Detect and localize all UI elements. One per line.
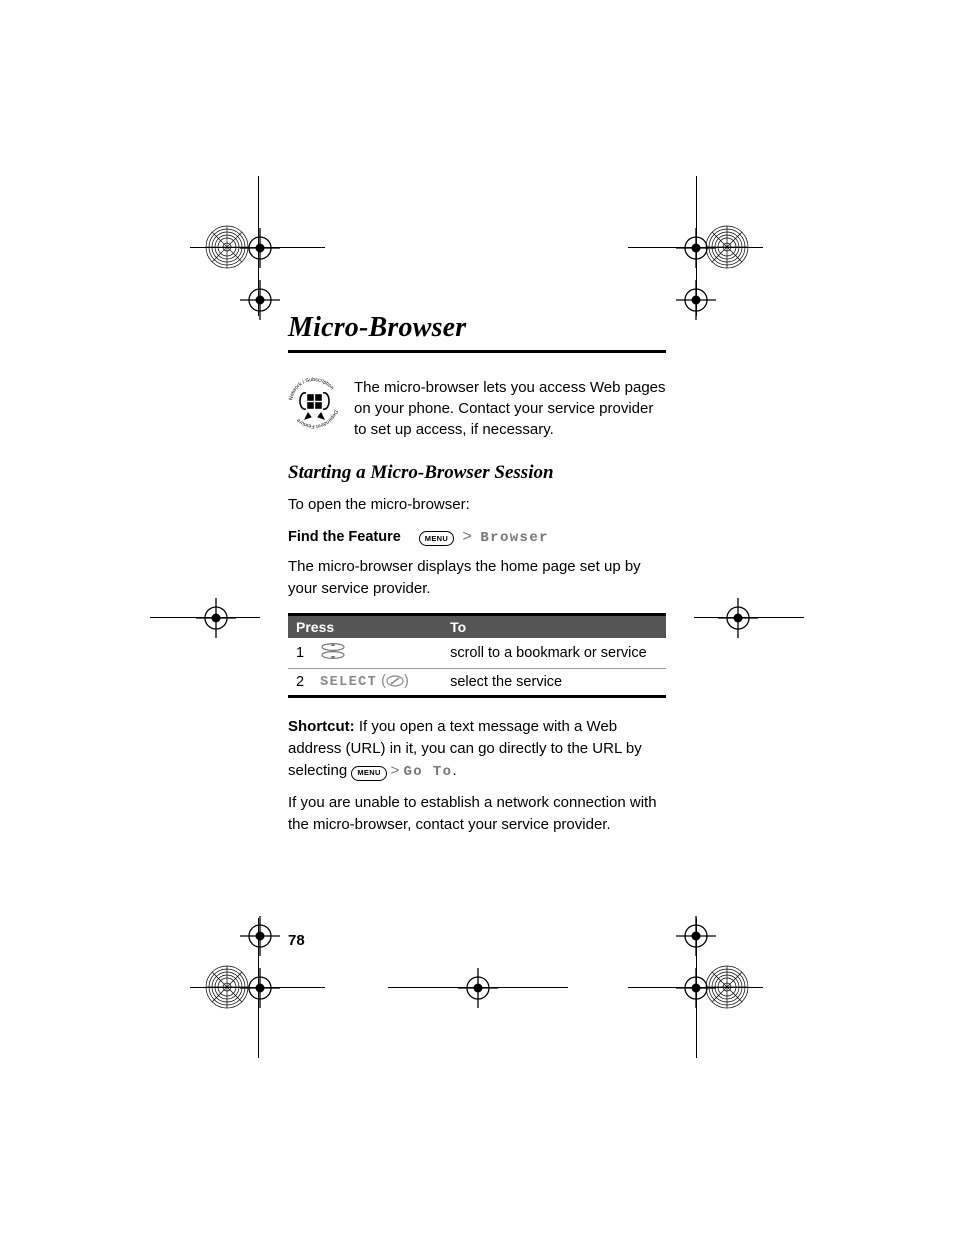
path-separator: > <box>391 762 400 779</box>
unable-paragraph: If you are unable to establish a network… <box>288 792 666 836</box>
to-cell: select the service <box>442 669 666 697</box>
table-header-row: Press To <box>288 615 666 639</box>
shortcut-label: Shortcut: <box>288 718 355 735</box>
crosshair-icon <box>240 228 280 268</box>
title-rule <box>288 350 666 353</box>
page-number: 78 <box>288 932 305 949</box>
svg-text:Dependent Feature: Dependent Feature <box>296 409 339 429</box>
rosette-icon <box>204 964 250 1010</box>
intro-row: Network / Subscription Dependent Feature <box>288 377 666 440</box>
path-browser-label: Browser <box>480 530 549 546</box>
menu-key-icon: MENU <box>351 766 386 781</box>
col-to: To <box>442 615 666 639</box>
crosshair-icon <box>458 968 498 1008</box>
menu-path: MENU > Browser <box>419 528 549 546</box>
network-dependent-feature-icon: Network / Subscription Dependent Feature <box>288 377 340 429</box>
crosshair-icon <box>676 280 716 320</box>
crosshair-icon <box>676 916 716 956</box>
col-press: Press <box>288 615 442 639</box>
intro-text: The micro-browser lets you access Web pa… <box>354 377 666 440</box>
steps-table: Press To 1 <box>288 613 666 698</box>
shortcut-paragraph: Shortcut: If you open a text message wit… <box>288 716 666 782</box>
crosshair-icon <box>240 280 280 320</box>
nav-scroll-icon <box>320 642 346 664</box>
manual-page: Micro-Browser Network / Subscription Dep… <box>0 0 954 1235</box>
menu-key-icon: MENU <box>419 531 454 546</box>
open-line: To open the micro-browser: <box>288 494 666 516</box>
rosette-icon <box>704 964 750 1010</box>
after-path-text: The micro-browser displays the home page… <box>288 556 666 600</box>
crosshair-icon <box>240 916 280 956</box>
crosshair-icon <box>718 598 758 638</box>
table-row: 2 SELECT ( ) select the service <box>288 669 666 697</box>
page-title: Micro-Browser <box>288 312 666 344</box>
find-the-feature-row: Find the Feature MENU > Browser <box>288 528 666 546</box>
crosshair-icon <box>676 228 716 268</box>
section-heading: Starting a Micro-Browser Session <box>288 462 666 484</box>
period: . <box>452 762 456 779</box>
press-cell <box>312 638 442 669</box>
to-cell: scroll to a bookmark or service <box>442 638 666 669</box>
step-number: 1 <box>288 638 312 669</box>
go-to-label: Go To <box>403 764 452 780</box>
step-number: 2 <box>288 669 312 697</box>
softkey-icon <box>386 675 404 691</box>
content-column: Micro-Browser Network / Subscription Dep… <box>288 312 666 836</box>
crosshair-icon <box>196 598 236 638</box>
find-the-feature-label: Find the Feature <box>288 529 401 545</box>
select-label: SELECT <box>320 675 377 690</box>
path-separator: > <box>463 528 472 545</box>
press-cell: SELECT ( ) <box>312 669 442 697</box>
table-row: 1 scroll to a bookmark or service <box>288 638 666 669</box>
